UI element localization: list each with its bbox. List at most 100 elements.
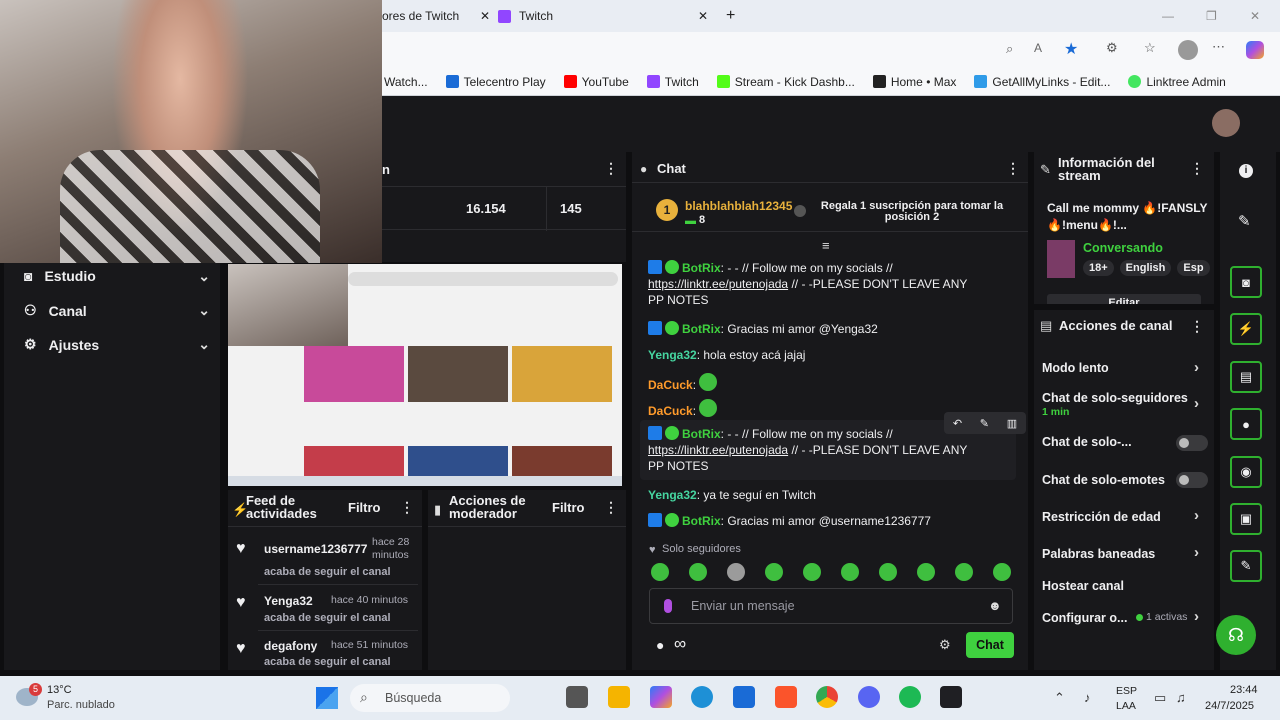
chat-username[interactable]: BotRix <box>682 261 721 275</box>
subs-only-toggle[interactable] <box>1176 435 1208 451</box>
delete-icon[interactable]: ▥ <box>1007 417 1017 430</box>
close-window-icon[interactable]: ✕ <box>1250 4 1260 28</box>
nav-canal[interactable]: ⚇ Canal ⌄ <box>24 302 210 319</box>
tab-creators[interactable]: ores de Twitch ✕ <box>382 4 490 28</box>
language-indicator[interactable]: ESP <box>1116 685 1137 697</box>
tag[interactable]: English <box>1119 260 1172 276</box>
spotify-icon[interactable] <box>899 686 921 708</box>
chat-username[interactable]: BotRix <box>682 427 721 441</box>
more-options-icon[interactable]: ⋮ <box>400 499 414 516</box>
clock-time[interactable]: 23:44 <box>1230 684 1258 696</box>
chevron-right-icon[interactable]: › <box>1194 359 1199 376</box>
copilot-icon[interactable] <box>650 686 672 708</box>
chat-username[interactable]: BotRix <box>682 322 721 336</box>
emotes-only-toggle[interactable] <box>1176 472 1208 488</box>
user-avatar[interactable] <box>1212 109 1240 137</box>
recording-app-icon[interactable] <box>940 686 962 708</box>
chat-input[interactable]: Enviar un mensaje ☻ <box>649 588 1013 624</box>
gift-cta[interactable]: Regala 1 suscripción para tomar la posic… <box>812 201 1012 223</box>
clock-date[interactable]: 24/7/2025 <box>1205 700 1254 712</box>
more-options-icon[interactable]: ⋮ <box>1190 160 1204 177</box>
edit-button[interactable]: Editar <box>1047 294 1201 304</box>
edit-icon[interactable]: ✎ <box>1238 212 1251 230</box>
chat-link[interactable]: https://linktr.ee/putenojada <box>648 277 788 291</box>
more-options-icon[interactable]: ⋮ <box>1190 318 1204 335</box>
taskbar-search[interactable]: ⌕ Búsqueda <box>350 684 510 712</box>
bookmark-getallmylinks[interactable]: GetAllMyLinks - Edit... <box>974 75 1110 89</box>
emote-icon[interactable] <box>803 563 821 581</box>
discord-icon[interactable] <box>858 686 880 708</box>
favorites-icon[interactable]: ☆ <box>1144 40 1156 56</box>
setting-host-channel[interactable]: Hostear canal <box>1042 579 1124 593</box>
setting-emotes-only[interactable]: Chat de solo-emotes <box>1042 473 1165 487</box>
emote-icon[interactable] <box>765 563 783 581</box>
tab-twitch[interactable]: Twitch ✕ <box>498 4 708 28</box>
start-icon[interactable] <box>316 687 338 709</box>
tag[interactable]: Esp <box>1177 260 1210 276</box>
points-icon[interactable]: ● <box>656 637 664 653</box>
close-icon[interactable]: ✕ <box>480 9 490 23</box>
mic-icon[interactable] <box>664 599 672 613</box>
notes-rail-button[interactable]: ▤ <box>1230 361 1262 393</box>
filter-button[interactable]: Filtro <box>552 500 585 515</box>
setting-configure[interactable]: Configurar o... <box>1042 611 1127 625</box>
copilot-icon[interactable] <box>1246 41 1264 59</box>
emote-icon[interactable] <box>993 563 1011 581</box>
bookmark-max[interactable]: Home • Max <box>872 75 956 89</box>
bookmark-linktree[interactable]: Linktree Admin <box>1128 75 1226 89</box>
more-options-icon[interactable]: ⋮ <box>604 499 618 516</box>
extensions-icon[interactable]: ⚙ <box>1106 40 1118 56</box>
setting-subs-only[interactable]: Chat de solo-... <box>1042 435 1132 449</box>
network-icon[interactable]: ▭ <box>1154 690 1166 706</box>
bookmark-twitch[interactable]: Twitch <box>646 75 699 89</box>
tag[interactable]: 18+ <box>1083 260 1114 276</box>
file-explorer-icon[interactable] <box>608 686 630 708</box>
chrome-icon[interactable] <box>816 686 838 708</box>
mic-icon[interactable]: ♪ <box>1084 690 1091 705</box>
info-icon[interactable]: i <box>1239 164 1253 178</box>
nav-ajustes[interactable]: ⚙ Ajustes ⌄ <box>24 336 210 353</box>
chat-username[interactable]: Yenga32 <box>648 348 697 362</box>
read-aloud-icon[interactable]: A <box>1034 41 1042 55</box>
setting-slow-mode[interactable]: Modo lento <box>1042 361 1109 375</box>
more-options-icon[interactable]: ⋮ <box>1006 160 1020 177</box>
camera-rail-button[interactable]: ◙ <box>1230 266 1262 298</box>
edge-icon[interactable] <box>691 686 713 708</box>
mod-rail-button[interactable]: ▣ <box>1230 503 1262 535</box>
volume-icon[interactable]: ♫ <box>1176 690 1186 705</box>
favorite-star-icon[interactable]: ★ <box>1064 39 1078 59</box>
bookmark-youtube[interactable]: YouTube <box>563 75 629 89</box>
chat-username[interactable]: DaCuck <box>648 404 693 418</box>
zoom-icon[interactable]: ⌕ <box>1006 41 1013 57</box>
setting-followers-only[interactable]: Chat de solo-seguidores <box>1042 391 1192 405</box>
emote-icon[interactable] <box>841 563 859 581</box>
category-name[interactable]: Conversando <box>1083 241 1163 255</box>
profile-avatar[interactable] <box>1178 40 1198 60</box>
close-icon[interactable]: ✕ <box>698 9 708 23</box>
chat-username[interactable]: DaCuck <box>648 378 693 392</box>
filter-button[interactable]: Filtro <box>348 500 381 515</box>
store-icon[interactable] <box>733 686 755 708</box>
tools-rail-button[interactable]: ✎ <box>1230 550 1262 582</box>
task-view-icon[interactable] <box>566 686 588 708</box>
broadcast-rail-button[interactable]: ◉ <box>1230 456 1262 488</box>
emote-icon[interactable] <box>727 563 745 581</box>
chevron-up-icon[interactable]: ⌃ <box>1054 690 1065 706</box>
emote-icon[interactable] <box>955 563 973 581</box>
brave-icon[interactable] <box>775 686 797 708</box>
chevron-right-icon[interactable]: › <box>1194 507 1199 524</box>
chat-username[interactable]: Yenga32 <box>648 488 697 502</box>
chat-rail-button[interactable]: ● <box>1230 408 1262 440</box>
gear-icon[interactable]: ⚙ <box>939 637 951 653</box>
more-icon[interactable]: ⋯ <box>1212 39 1225 55</box>
chevron-right-icon[interactable]: › <box>1194 544 1199 561</box>
bookmark-telecentro[interactable]: Telecentro Play <box>445 75 546 89</box>
pinned-icon[interactable]: ≡ <box>822 238 830 253</box>
bookmark-kick[interactable]: Stream - Kick Dashb... <box>716 75 855 89</box>
send-chat-button[interactable]: Chat <box>966 632 1014 658</box>
support-chat-button[interactable]: ☊ <box>1216 615 1256 655</box>
maximize-icon[interactable]: ❐ <box>1206 4 1217 28</box>
chevron-right-icon[interactable]: › <box>1194 608 1199 625</box>
more-options-icon[interactable]: ⋮ <box>604 160 618 177</box>
chevron-right-icon[interactable]: › <box>1194 395 1199 412</box>
